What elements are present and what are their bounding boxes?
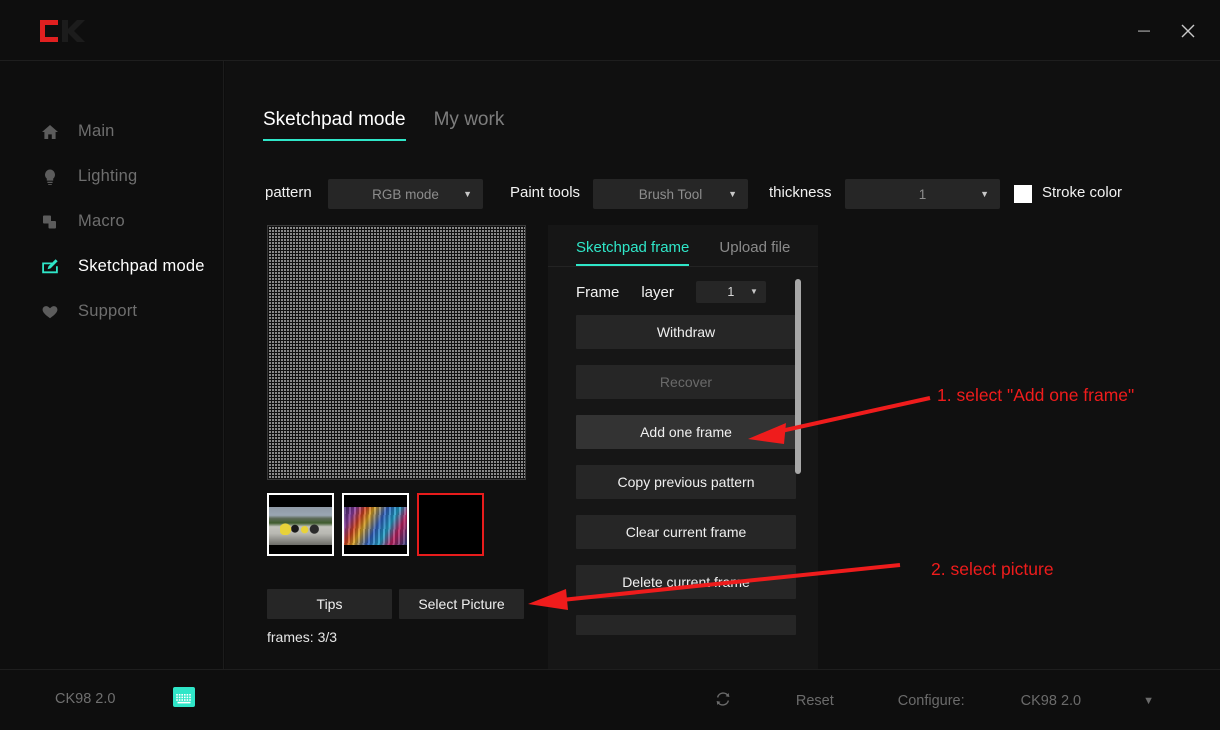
chevron-down-icon: ▼ bbox=[463, 188, 472, 199]
chevron-down-icon: ▼ bbox=[980, 188, 989, 199]
add-one-frame-button[interactable]: Add one frame bbox=[576, 415, 796, 449]
keyboard-icon[interactable] bbox=[173, 687, 195, 707]
tab-sketchpad-frame[interactable]: Sketchpad frame bbox=[576, 239, 690, 266]
chevron-down-icon: ▼ bbox=[728, 188, 737, 199]
annotation-step-1: 1. select "Add one frame" bbox=[937, 385, 1135, 405]
tab-sketchpad-mode[interactable]: Sketchpad mode bbox=[263, 109, 406, 141]
sidebar-item-label: Macro bbox=[78, 212, 125, 230]
paint-tools-label: Paint tools bbox=[510, 184, 581, 201]
frame-label: Frame bbox=[576, 283, 620, 301]
tab-label: Sketchpad mode bbox=[263, 109, 406, 130]
tab-label: Upload file bbox=[719, 239, 791, 256]
sidebar-item-label: Sketchpad mode bbox=[78, 257, 205, 275]
tips-button-label: Tips bbox=[316, 596, 343, 612]
next-frame-button-partial[interactable] bbox=[576, 615, 796, 635]
main-tabs: Sketchpad mode My work bbox=[263, 109, 504, 141]
clear-current-frame-button[interactable]: Clear current frame bbox=[576, 515, 796, 549]
close-button[interactable] bbox=[1166, 11, 1210, 51]
sidebar-nav: Main Lighting Macro Sketchpad mode Suppo… bbox=[0, 109, 223, 334]
pattern-select[interactable]: RGB mode ▼ bbox=[328, 179, 483, 209]
select-picture-button-label: Select Picture bbox=[418, 596, 505, 612]
frame-panel: Sketchpad frame Upload file Frame layer … bbox=[548, 225, 818, 700]
sidebar-item-label: Support bbox=[78, 302, 138, 320]
sidebar-item-macro[interactable]: Macro bbox=[0, 199, 223, 244]
minimize-button[interactable] bbox=[1122, 11, 1166, 51]
footer-device-name: CK98 2.0 bbox=[55, 691, 116, 707]
paint-toolbar: pattern RGB mode ▼ Paint tools Brush Too… bbox=[225, 173, 1220, 213]
macro-squares-icon bbox=[40, 212, 60, 232]
button-label: Add one frame bbox=[640, 424, 732, 440]
home-icon bbox=[40, 122, 60, 142]
button-label: Delete current frame bbox=[622, 574, 750, 590]
title-bar bbox=[0, 0, 1220, 61]
tips-button[interactable]: Tips bbox=[267, 589, 392, 619]
copy-previous-pattern-button[interactable]: Copy previous pattern bbox=[576, 465, 796, 499]
stroke-color-swatch[interactable] bbox=[1014, 185, 1032, 203]
frame-thumbnail-2[interactable] bbox=[342, 493, 409, 556]
button-label: Clear current frame bbox=[625, 524, 747, 540]
annotation-step-2: 2. select picture bbox=[931, 559, 1054, 579]
stroke-color-label: Stroke color bbox=[1042, 184, 1123, 201]
frame-panel-tabs: Sketchpad frame Upload file bbox=[548, 225, 818, 267]
layer-label: layer bbox=[641, 283, 674, 301]
heart-icon bbox=[40, 302, 60, 322]
pattern-value: RGB mode bbox=[372, 186, 439, 202]
recover-button[interactable]: Recover bbox=[576, 365, 796, 399]
tab-upload-file[interactable]: Upload file bbox=[719, 239, 790, 266]
button-label: Withdraw bbox=[656, 324, 716, 340]
thumbnail-image bbox=[269, 507, 332, 545]
sidebar: Main Lighting Macro Sketchpad mode Suppo… bbox=[0, 61, 224, 669]
refresh-icon[interactable] bbox=[714, 690, 732, 712]
frame-thumbnail-list bbox=[267, 493, 484, 556]
frame-action-buttons: Withdraw Recover Add one frame Copy prev… bbox=[548, 303, 818, 635]
frame-thumbnail-3[interactable] bbox=[417, 493, 484, 556]
frame-layer-row: Frame layer 1 ▼ bbox=[548, 267, 818, 303]
layer-select[interactable]: 1 ▼ bbox=[695, 281, 766, 303]
configure-value: CK98 2.0 bbox=[1020, 692, 1082, 709]
frames-status: frames: 3/3 bbox=[267, 629, 338, 645]
frame-panel-scrollbar[interactable] bbox=[795, 279, 801, 474]
sketchpad-canvas[interactable] bbox=[267, 225, 526, 480]
sidebar-item-label: Main bbox=[78, 122, 115, 140]
configure-label: Configure: bbox=[897, 692, 965, 709]
sidebar-item-label: Lighting bbox=[78, 167, 138, 185]
chevron-down-icon: ▼ bbox=[749, 287, 758, 296]
frame-thumbnail-1[interactable] bbox=[267, 493, 334, 556]
pattern-label: pattern bbox=[265, 184, 312, 201]
application-window: Main Lighting Macro Sketchpad mode Suppo… bbox=[0, 0, 1220, 730]
thickness-value: 1 bbox=[918, 186, 927, 202]
tab-label: Sketchpad frame bbox=[576, 239, 690, 256]
sidebar-item-sketchpad-mode[interactable]: Sketchpad mode bbox=[0, 244, 223, 289]
button-label: Copy previous pattern bbox=[617, 474, 755, 490]
sidebar-item-lighting[interactable]: Lighting bbox=[0, 154, 223, 199]
sidebar-item-support[interactable]: Support bbox=[0, 289, 223, 334]
thickness-label: thickness bbox=[769, 184, 832, 201]
sketchpad-icon bbox=[40, 257, 60, 277]
withdraw-button[interactable]: Withdraw bbox=[576, 315, 796, 349]
paint-tools-value: Brush Tool bbox=[638, 186, 703, 202]
button-label: Recover bbox=[659, 374, 713, 390]
footer-right-group: Reset Configure: CK98 2.0 ▼ bbox=[714, 670, 1220, 730]
lightbulb-icon bbox=[40, 167, 60, 187]
thickness-select[interactable]: 1 ▼ bbox=[845, 179, 1000, 209]
main-content: Sketchpad mode My work pattern RGB mode … bbox=[225, 61, 1220, 700]
select-picture-button[interactable]: Select Picture bbox=[399, 589, 524, 619]
thumbnail-image bbox=[344, 507, 407, 545]
delete-current-frame-button[interactable]: Delete current frame bbox=[576, 565, 796, 599]
reset-button[interactable]: Reset bbox=[796, 693, 834, 709]
paint-tools-select[interactable]: Brush Tool ▼ bbox=[593, 179, 748, 209]
layer-value: 1 bbox=[727, 285, 735, 299]
sidebar-item-main[interactable]: Main bbox=[0, 109, 223, 154]
tab-label: My work bbox=[433, 109, 505, 130]
ck-logo bbox=[36, 16, 88, 46]
window-controls bbox=[1122, 0, 1210, 61]
chevron-down-icon[interactable]: ▼ bbox=[1143, 695, 1154, 707]
tab-my-work[interactable]: My work bbox=[434, 109, 505, 141]
